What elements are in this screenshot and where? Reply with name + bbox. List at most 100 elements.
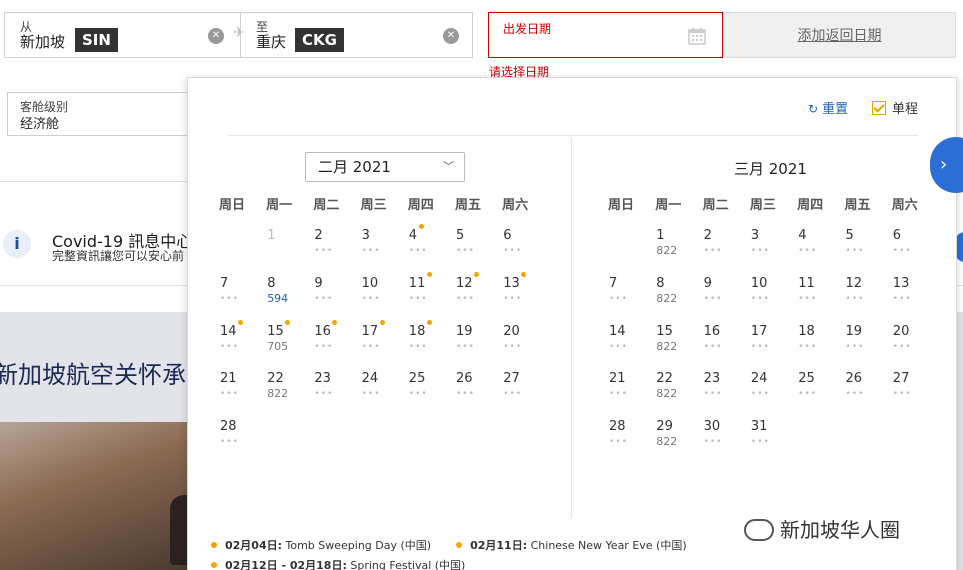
day-cell[interactable]: 23 •••: [704, 371, 744, 415]
day-cell[interactable]: 3 •••: [362, 228, 402, 272]
day-cell[interactable]: 17 •••: [751, 324, 791, 368]
day-cell[interactable]: 14 •••: [609, 324, 649, 368]
weekday-header: 周四: [797, 198, 824, 213]
day-cell[interactable]: 12 •••: [456, 271, 496, 320]
day-cell[interactable]: 18 •••: [798, 324, 838, 368]
day-number: 24: [750, 371, 768, 387]
origin-field[interactable]: 从 新加坡 SIN ✕: [4, 12, 240, 58]
day-cell[interactable]: 23 •••: [314, 371, 354, 415]
day-cell[interactable]: 15 705: [267, 319, 307, 368]
day-cell[interactable]: 5 •••: [846, 228, 886, 272]
day-cell[interactable]: 13 •••: [503, 271, 543, 320]
day-cell[interactable]: 19 •••: [846, 324, 886, 368]
day-cell[interactable]: 12 •••: [846, 276, 886, 320]
day-number: 12: [845, 275, 863, 291]
day-cell[interactable]: 9 •••: [704, 276, 744, 320]
day-cell[interactable]: 1 822: [656, 228, 696, 272]
holiday-dot-icon: [211, 562, 217, 568]
loading-dots: •••: [845, 389, 865, 400]
day-cell[interactable]: 19 •••: [456, 324, 496, 368]
day-cell[interactable]: 24 •••: [751, 371, 791, 415]
day-cell[interactable]: 16 •••: [704, 324, 744, 368]
day-cell[interactable]: 30 •••: [704, 419, 744, 463]
refresh-icon: ↻: [808, 102, 819, 116]
holiday-dot-icon: [285, 319, 291, 325]
day-cell[interactable]: 27 •••: [503, 371, 543, 415]
add-return-date-button[interactable]: 添加返回日期: [723, 12, 956, 58]
day-cell[interactable]: 20 •••: [893, 324, 933, 368]
reset-button[interactable]: ↻ 重置: [808, 98, 848, 117]
clear-origin-icon[interactable]: ✕: [208, 28, 224, 44]
day-cell[interactable]: 4 •••: [798, 228, 838, 272]
page: 客舱级别 经济舱 i Covid-19 訊息中心 完整資訊讓您可以安心前 新加坡…: [0, 0, 963, 570]
day-cell[interactable]: 10 •••: [751, 276, 791, 320]
day-cell[interactable]: 25 •••: [798, 371, 838, 415]
day-cell[interactable]: 9 •••: [314, 276, 354, 320]
day-cell[interactable]: 22 822: [267, 371, 307, 415]
day-cell[interactable]: 28 •••: [220, 419, 260, 463]
clear-destination-icon[interactable]: ✕: [443, 28, 459, 44]
cabin-class-field[interactable]: 客舱级别 经济舱: [7, 92, 191, 136]
day-cell[interactable]: 28 •••: [609, 419, 649, 463]
day-cell[interactable]: 27 •••: [893, 371, 933, 415]
day-cell[interactable]: 11 •••: [409, 271, 449, 320]
day-cell[interactable]: 14 •••: [220, 319, 260, 368]
month-divider: [571, 138, 572, 518]
legend-date: 02月12日 - 02月18日:: [225, 559, 347, 570]
day-cell[interactable]: 8 594: [267, 276, 307, 320]
day-cell[interactable]: 21 •••: [609, 371, 649, 415]
day-number: 20: [892, 323, 910, 339]
right-month-title: 三月 2021: [734, 160, 807, 178]
loading-dots: •••: [609, 341, 628, 352]
day-cell[interactable]: 15 822: [656, 324, 696, 368]
loading-dots: •••: [750, 246, 770, 256]
day-number: 13: [503, 275, 520, 291]
day-number: 6: [892, 228, 902, 243]
day-cell[interactable]: 7 •••: [609, 276, 649, 320]
day-cell[interactable]: 16 •••: [314, 319, 354, 368]
one-way-checkbox[interactable]: 单程: [872, 98, 918, 117]
day-cell[interactable]: 31 •••: [751, 419, 791, 463]
day-cell[interactable]: 3 •••: [751, 228, 791, 272]
day-cell[interactable]: 10 •••: [362, 276, 402, 320]
day-cell[interactable]: 20 •••: [503, 324, 543, 368]
day-cell[interactable]: 4 •••: [409, 224, 449, 272]
loading-dots: •••: [703, 437, 723, 448]
day-cell[interactable]: 26 •••: [456, 371, 496, 415]
day-cell[interactable]: 11 •••: [798, 276, 838, 320]
weekday-header: 周六: [891, 198, 918, 213]
loading-dots: •••: [503, 341, 523, 352]
day-number: 27: [892, 371, 910, 387]
destination-field[interactable]: 至 重庆 CKG ✕: [240, 12, 473, 58]
day-cell[interactable]: 22 822: [656, 371, 696, 415]
day-cell[interactable]: 17 •••: [362, 319, 402, 368]
day-number: 22: [267, 371, 284, 387]
day-cell[interactable]: 5 •••: [456, 228, 496, 272]
month-select[interactable]: 二月 2021 ﹀: [305, 152, 465, 182]
day-cell[interactable]: 13 •••: [893, 276, 933, 320]
weekday-header: 周二: [313, 198, 340, 213]
day-price: 822: [656, 435, 678, 449]
day-cell[interactable]: 6 •••: [893, 228, 933, 272]
day-cell[interactable]: 25 •••: [409, 371, 449, 415]
day-number: 26: [456, 371, 473, 387]
day-number: 6: [503, 228, 512, 243]
day-cell[interactable]: 6 •••: [503, 228, 543, 272]
day-cell[interactable]: 2 •••: [704, 228, 744, 272]
day-number: 31: [750, 419, 768, 435]
day-cell[interactable]: 2 •••: [314, 228, 354, 272]
weekday-header: 周一: [266, 198, 293, 213]
day-cell[interactable]: 8 822: [656, 276, 696, 320]
departure-date-field[interactable]: 出发日期: [488, 12, 723, 58]
day-cell[interactable]: 18 •••: [408, 319, 449, 368]
day-cell[interactable]: 21 •••: [220, 371, 260, 415]
day-cell[interactable]: 7 •••: [220, 276, 260, 320]
loading-dots: •••: [703, 293, 723, 304]
destination-city: 重庆: [256, 33, 287, 51]
day-number: 20: [503, 323, 520, 339]
day-cell[interactable]: 29 822: [656, 419, 696, 463]
loading-dots: •••: [750, 389, 770, 400]
day-cell[interactable]: 26 •••: [846, 371, 886, 415]
day-cell[interactable]: 24 •••: [362, 371, 402, 415]
day-number: 18: [408, 323, 426, 339]
